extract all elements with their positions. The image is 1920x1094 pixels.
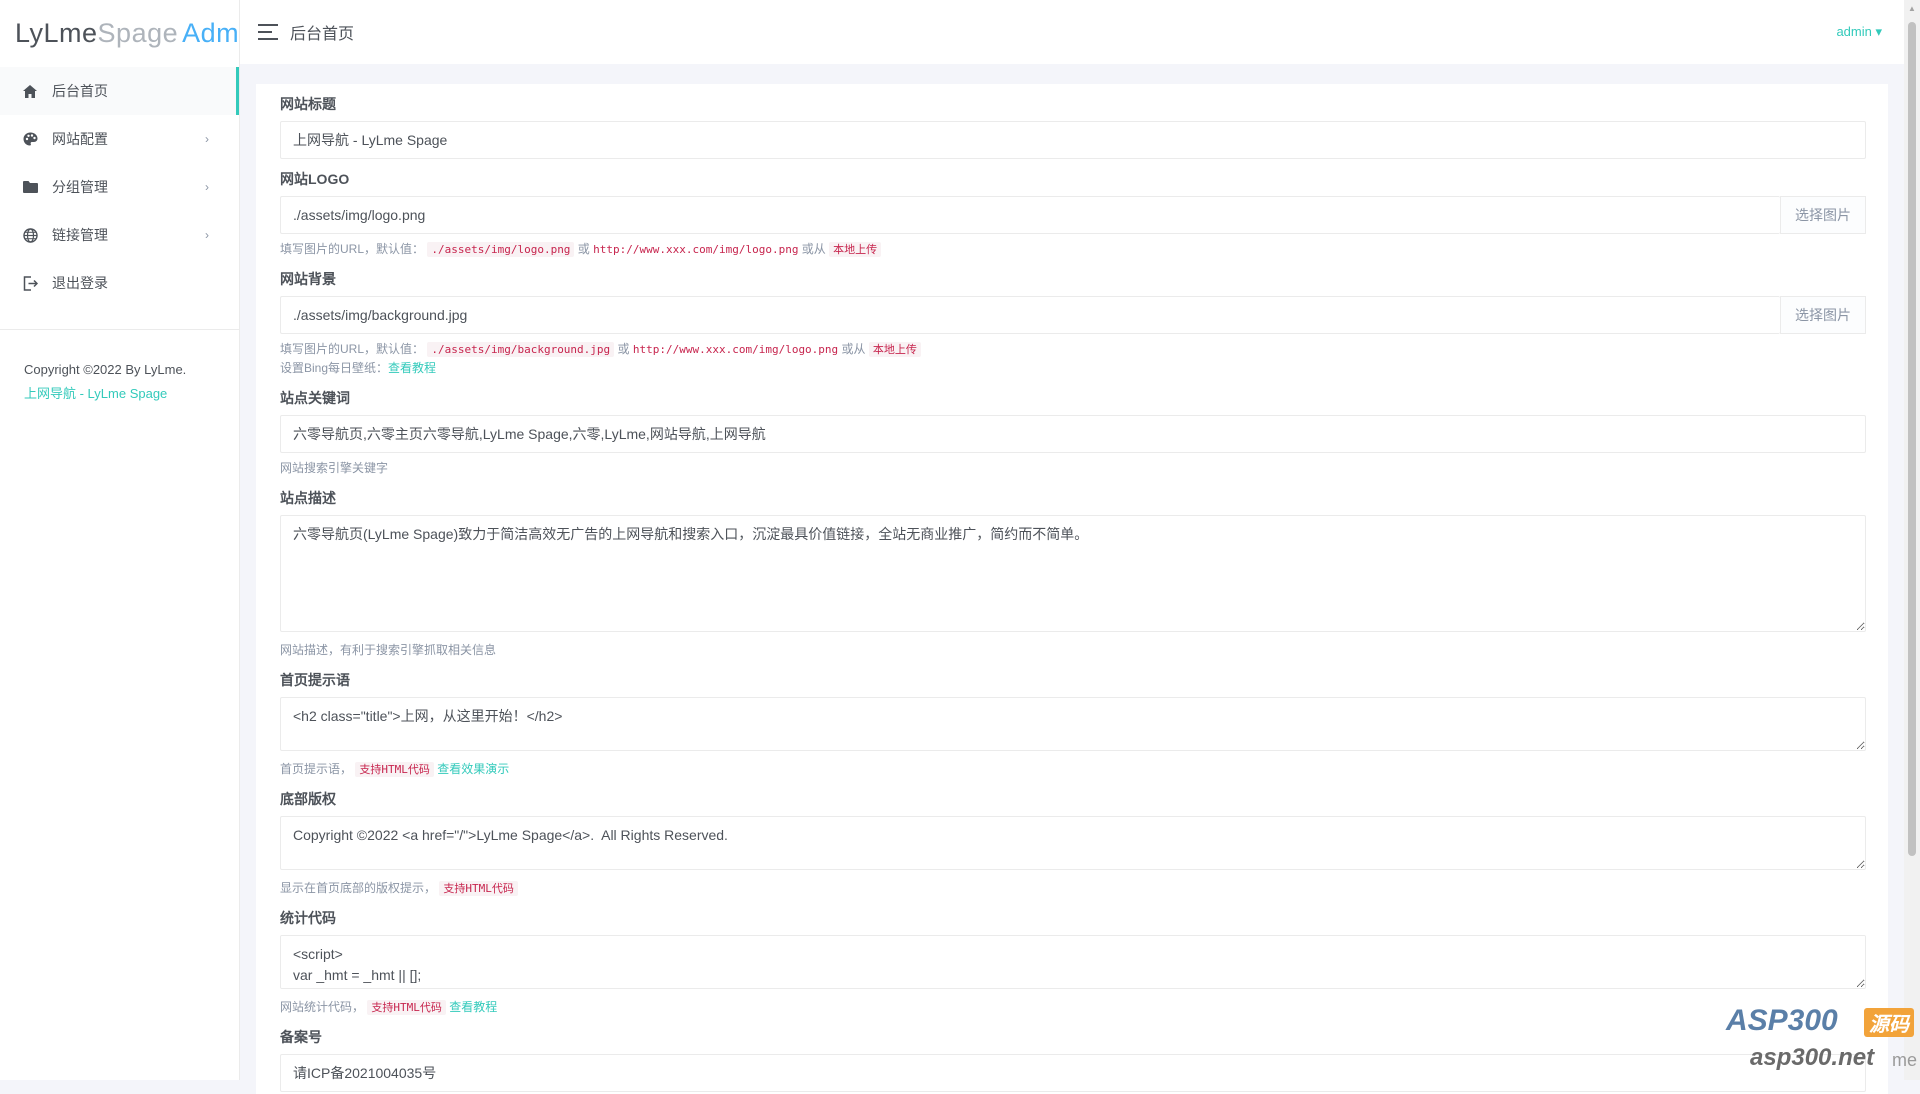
- stats-tutorial-link[interactable]: 查看教程: [449, 1000, 497, 1014]
- chevron-right-icon: ›: [205, 228, 209, 242]
- site-title-input[interactable]: [280, 121, 1866, 159]
- sidebar-item-label: 退出登录: [52, 275, 108, 291]
- icp-label: 备案号: [280, 1029, 322, 1045]
- app-logo[interactable]: LyLme Spage Admin: [0, 0, 261, 67]
- stats-html-badge: 支持HTML代码: [367, 1000, 446, 1015]
- sidebar-copyright: Copyright ©2022 By LyLme.: [24, 362, 187, 377]
- home-icon: [22, 83, 38, 99]
- sidebar-item-label: 分组管理: [52, 179, 108, 195]
- logo-label: 网站LOGO: [280, 171, 350, 187]
- site-description-textarea[interactable]: 六零导航页(LyLme Spage)致力于简洁高效无广告的上网导航和搜索入口，沉…: [280, 515, 1866, 632]
- sidebar-item-label: 网站配置: [52, 131, 108, 147]
- sidebar: LyLme Spage Admin 后台首页 网站配置 › 分组管理 › 链接管…: [0, 0, 261, 1080]
- user-dropdown[interactable]: admin ▾: [1836, 24, 1882, 40]
- logo-default-code: ./assets/img/logo.png: [427, 242, 575, 257]
- tip-label: 首页提示语: [280, 672, 350, 688]
- form-group-tip: 首页提示语 <h2 class="title">上网，从这里开始！</h2> 首…: [280, 670, 1866, 779]
- form-group-keywords: 站点关键词 网站搜索引擎关键字: [280, 388, 1866, 478]
- sidebar-item-label: 后台首页: [52, 83, 108, 99]
- tip-html-badge: 支持HTML代码: [355, 762, 434, 777]
- sidebar-item-site-config[interactable]: 网站配置 ›: [0, 115, 239, 163]
- logo-upload-link[interactable]: 本地上传: [829, 242, 882, 257]
- form-group-stats: 统计代码 <script> var _hmt = _hmt || []; 网站统…: [280, 908, 1866, 1017]
- top-header: 后台首页 admin ▾: [240, 0, 1904, 64]
- folder-icon: [22, 179, 38, 195]
- logo-example-code: http://www.xxx.com/img/logo.png: [593, 243, 799, 256]
- background-example-code: http://www.xxx.com/img/logo.png: [632, 343, 839, 356]
- footer-html-badge: 支持HTML代码: [439, 881, 518, 896]
- bing-tutorial-link[interactable]: 查看教程: [388, 361, 436, 375]
- page-scrollbar[interactable]: ▲: [1904, 0, 1920, 1080]
- stats-help: 网站统计代码， 支持HTML代码 查看教程: [280, 1000, 498, 1015]
- logo-help: 填写图片的URL，默认值： ./assets/img/logo.png 或 ht…: [280, 240, 1864, 259]
- background-label: 网站背景: [280, 271, 336, 287]
- logout-icon: [22, 275, 38, 291]
- site-logo-input[interactable]: [280, 196, 1780, 234]
- background-help: 填写图片的URL，默认值： ./assets/img/background.jp…: [280, 340, 1864, 378]
- footer-help: 显示在首页底部的版权提示， 支持HTML代码: [280, 879, 1864, 898]
- sidebar-footer: Copyright ©2022 By LyLme. 上网导航 - LyLme S…: [0, 330, 239, 406]
- watermark-brand: ASP300: [1726, 1004, 1838, 1037]
- form-group-title: 网站标题: [280, 94, 1866, 159]
- choose-background-button[interactable]: 选择图片: [1780, 296, 1866, 334]
- form-group-background: 网站背景 选择图片 填写图片的URL，默认值： ./assets/img/bac…: [280, 269, 1866, 378]
- watermark-suffix: me: [1892, 1050, 1918, 1070]
- form-group-footer: 底部版权 Copyright ©2022 <a href="/">LyLme S…: [280, 789, 1866, 898]
- description-help: 网站描述，有利于搜索引擎抓取相关信息: [280, 643, 497, 657]
- sidebar-item-logout[interactable]: 退出登录: [0, 259, 239, 307]
- stats-code-textarea[interactable]: <script> var _hmt = _hmt || [];: [280, 935, 1866, 989]
- menu-toggle-icon[interactable]: [258, 24, 278, 40]
- icp-number-input[interactable]: [280, 1054, 1866, 1092]
- sidebar-item-links[interactable]: 链接管理 ›: [0, 211, 239, 259]
- footer-label: 底部版权: [280, 791, 336, 807]
- scroll-up-icon[interactable]: ▲: [1908, 4, 1916, 13]
- scrollbar-thumb[interactable]: [1908, 22, 1916, 856]
- description-label: 站点描述: [280, 490, 336, 506]
- background-upload-link[interactable]: 本地上传: [868, 342, 921, 357]
- chevron-right-icon: ›: [205, 180, 209, 194]
- tip-demo-link[interactable]: 查看效果演示: [437, 762, 509, 776]
- footer-copyright-textarea[interactable]: Copyright ©2022 <a href="/">LyLme Spage<…: [280, 816, 1866, 870]
- site-keywords-input[interactable]: [280, 415, 1866, 453]
- tip-help: 首页提示语， 支持HTML代码 查看效果演示: [280, 762, 510, 777]
- logo-part2: Spage: [97, 18, 179, 48]
- form-group-logo: 网站LOGO 选择图片 填写图片的URL，默认值： ./assets/img/l…: [280, 169, 1866, 259]
- site-background-input[interactable]: [280, 296, 1780, 334]
- sidebar-item-label: 链接管理: [52, 227, 108, 243]
- homepage-tip-textarea[interactable]: <h2 class="title">上网，从这里开始！</h2>: [280, 697, 1866, 751]
- chevron-right-icon: ›: [205, 132, 209, 146]
- globe-icon: [22, 227, 38, 243]
- keywords-label: 站点关键词: [280, 390, 350, 406]
- sidebar-item-dashboard[interactable]: 后台首页: [0, 67, 239, 115]
- stats-label: 统计代码: [280, 910, 336, 926]
- settings-form: 网站标题 网站LOGO 选择图片 填写图片的URL，默认值： ./assets/…: [256, 84, 1888, 1094]
- form-group-icp: 备案号: [280, 1027, 1866, 1092]
- title-label: 网站标题: [280, 96, 336, 112]
- logo-part1: LyLme: [15, 18, 98, 48]
- form-group-description: 站点描述 六零导航页(LyLme Spage)致力于简洁高效无广告的上网导航和搜…: [280, 488, 1866, 660]
- watermark-site: asp300.net: [1750, 1044, 1875, 1071]
- watermark-tag: 源码: [1864, 1008, 1914, 1037]
- choose-logo-button[interactable]: 选择图片: [1780, 196, 1866, 234]
- sidebar-item-groups[interactable]: 分组管理 ›: [0, 163, 239, 211]
- watermark: ASP300 源码 asp300.net me: [1726, 1004, 1918, 1074]
- palette-icon: [22, 131, 38, 147]
- page-title: 后台首页: [290, 26, 355, 43]
- keywords-help: 网站搜索引擎关键字: [280, 461, 389, 475]
- sidebar-home-link[interactable]: 上网导航 - LyLme Spage: [24, 382, 239, 406]
- sidebar-nav: 后台首页 网站配置 › 分组管理 › 链接管理 › 退出登录: [0, 67, 239, 307]
- background-default-code: ./assets/img/background.jpg: [427, 342, 615, 357]
